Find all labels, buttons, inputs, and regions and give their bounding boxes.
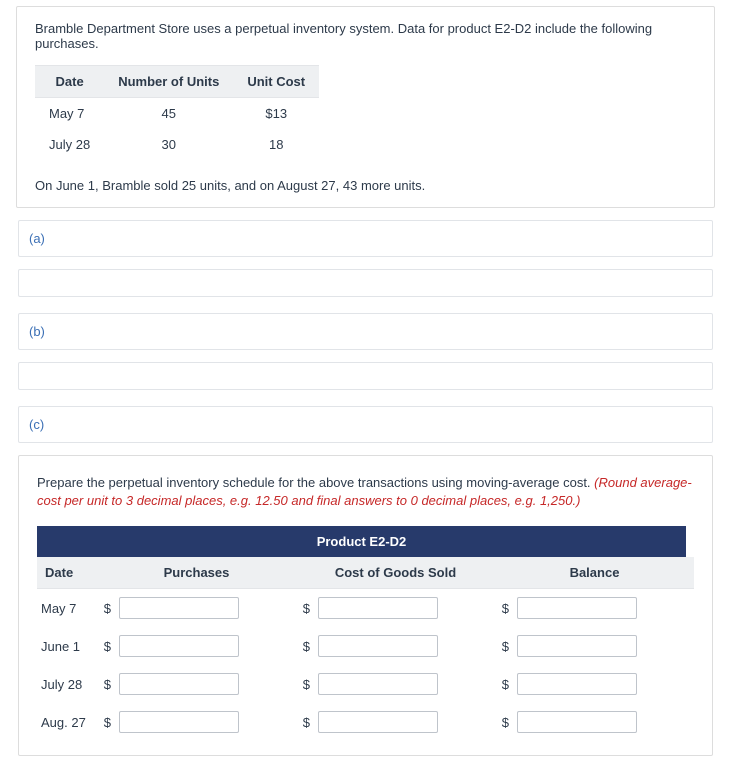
part-c-instructions: Prepare the perpetual inventory schedule… xyxy=(37,474,694,510)
dollar-sign: $ xyxy=(97,589,115,628)
cogs-input[interactable] xyxy=(318,635,438,657)
sched-row: July 28 $ $ $ xyxy=(37,665,694,703)
sales-text: On June 1, Bramble sold 25 units, and on… xyxy=(35,178,696,193)
balance-input[interactable] xyxy=(517,597,637,619)
dollar-sign: $ xyxy=(495,589,513,628)
cell-date: May 7 xyxy=(35,98,104,130)
schedule-table: Date Purchases Cost of Goods Sold Balanc… xyxy=(37,557,694,741)
th-date: Date xyxy=(35,66,104,98)
th-cost: Unit Cost xyxy=(233,66,319,98)
part-c-card: Prepare the perpetual inventory schedule… xyxy=(18,455,713,756)
schedule-wrap: Product E2-D2 Date Purchases Cost of Goo… xyxy=(37,526,694,741)
purchases-input[interactable] xyxy=(119,673,239,695)
problem-card: Bramble Department Store uses a perpetua… xyxy=(16,6,715,208)
dollar-sign: $ xyxy=(495,665,513,703)
cell-cost: 18 xyxy=(233,129,319,160)
purchases-input[interactable] xyxy=(119,597,239,619)
dollar-sign: $ xyxy=(296,703,314,741)
sched-date: Aug. 27 xyxy=(37,703,97,741)
instruction-main: Prepare the perpetual inventory schedule… xyxy=(37,475,594,490)
sched-date: July 28 xyxy=(37,665,97,703)
cell-cost: $13 xyxy=(233,98,319,130)
product-title: Product E2-D2 xyxy=(37,526,686,557)
balance-input[interactable] xyxy=(517,635,637,657)
sched-date: May 7 xyxy=(37,589,97,628)
intro-text: Bramble Department Store uses a perpetua… xyxy=(35,21,696,51)
sched-date: June 1 xyxy=(37,627,97,665)
dollar-sign: $ xyxy=(97,627,115,665)
dollar-sign: $ xyxy=(296,665,314,703)
part-b-body xyxy=(18,362,713,390)
dollar-sign: $ xyxy=(495,627,513,665)
part-c-header: (c) xyxy=(18,406,713,443)
dollar-sign: $ xyxy=(296,627,314,665)
sched-th-purchases: Purchases xyxy=(97,557,296,589)
sched-th-balance: Balance xyxy=(495,557,694,589)
table-row: May 7 45 $13 xyxy=(35,98,319,130)
part-c-label[interactable]: (c) xyxy=(29,417,44,432)
sched-row: Aug. 27 $ $ $ xyxy=(37,703,694,741)
part-a-label[interactable]: (a) xyxy=(29,231,45,246)
part-b-header: (b) xyxy=(18,313,713,350)
dollar-sign: $ xyxy=(296,589,314,628)
cell-units: 30 xyxy=(104,129,233,160)
dollar-sign: $ xyxy=(495,703,513,741)
cogs-input[interactable] xyxy=(318,711,438,733)
purchases-input[interactable] xyxy=(119,635,239,657)
balance-input[interactable] xyxy=(517,711,637,733)
cogs-input[interactable] xyxy=(318,597,438,619)
sched-row: May 7 $ $ $ xyxy=(37,589,694,628)
balance-input[interactable] xyxy=(517,673,637,695)
cogs-input[interactable] xyxy=(318,673,438,695)
dollar-sign: $ xyxy=(97,665,115,703)
th-units: Number of Units xyxy=(104,66,233,98)
purchases-table: Date Number of Units Unit Cost May 7 45 … xyxy=(35,65,319,160)
part-a-header: (a) xyxy=(18,220,713,257)
sched-row: June 1 $ $ $ xyxy=(37,627,694,665)
sched-th-date: Date xyxy=(37,557,97,589)
part-b-label[interactable]: (b) xyxy=(29,324,45,339)
cell-date: July 28 xyxy=(35,129,104,160)
table-row: July 28 30 18 xyxy=(35,129,319,160)
dollar-sign: $ xyxy=(97,703,115,741)
sched-th-cogs: Cost of Goods Sold xyxy=(296,557,495,589)
part-a-body xyxy=(18,269,713,297)
purchases-input[interactable] xyxy=(119,711,239,733)
cell-units: 45 xyxy=(104,98,233,130)
